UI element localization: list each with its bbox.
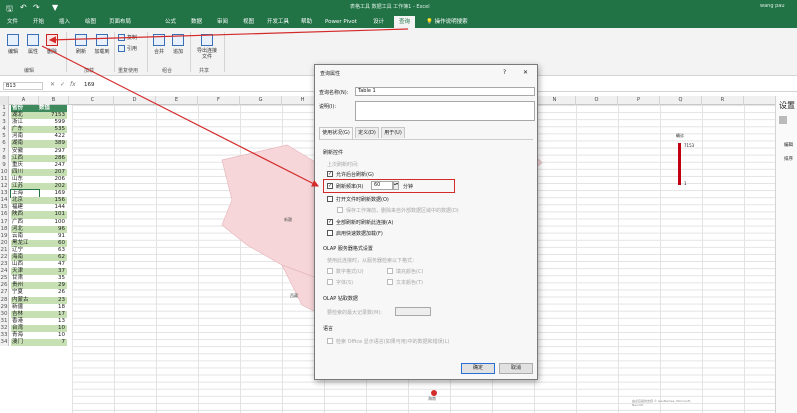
arrow-properties-to-dialog [41, 45, 320, 187]
arrow-query-to-properties [48, 28, 409, 44]
annotation-arrows [41, 28, 409, 187]
